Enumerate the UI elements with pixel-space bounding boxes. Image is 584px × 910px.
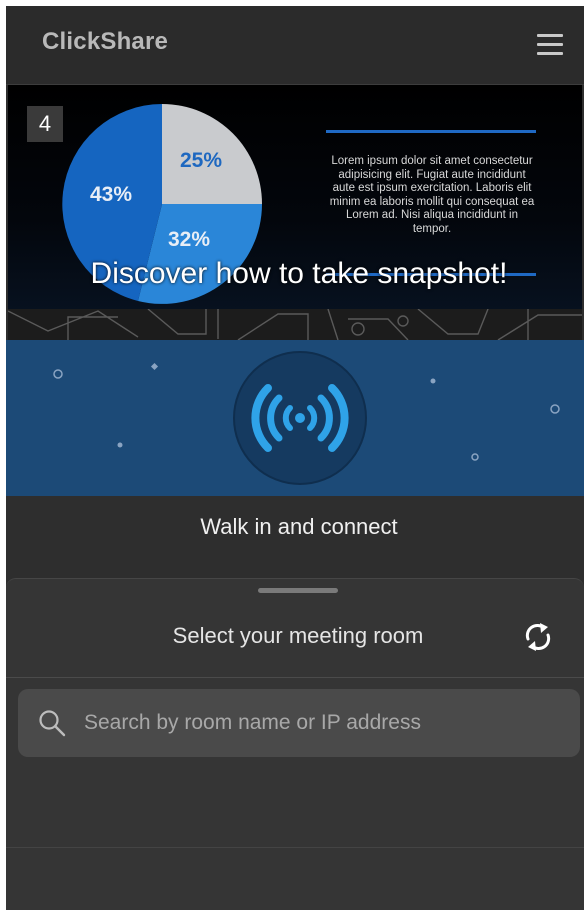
- walk-in-caption: Walk in and connect: [200, 514, 398, 539]
- sheet-divider: [6, 677, 584, 678]
- slide-body-text: Lorem ipsum dolor sit amet consectetur a…: [329, 155, 535, 235]
- room-search-input[interactable]: [84, 703, 564, 743]
- wireless-signal-icon: [233, 351, 367, 485]
- refresh-icon[interactable]: [523, 619, 553, 655]
- slide-title: Discover how to take snapshot!: [90, 257, 508, 290]
- walk-in-banner: [6, 340, 584, 496]
- sheet-drag-handle[interactable]: [258, 588, 338, 593]
- slide-number-badge: 4: [27, 106, 63, 142]
- meeting-room-sheet: Select your meeting room: [6, 578, 584, 910]
- pie-label-25: 25%: [180, 149, 223, 172]
- room-search-box[interactable]: [18, 689, 580, 757]
- top-bar: ClickShare: [6, 6, 584, 85]
- slide-divider-top: [326, 130, 536, 133]
- search-icon: [39, 710, 66, 737]
- pie-label-32: 32%: [168, 228, 211, 251]
- snapshot-slide[interactable]: 4 25% 32% 43% Lorem ipsum dolor sit amet…: [8, 85, 582, 309]
- hamburger-menu-icon[interactable]: [535, 32, 565, 58]
- sheet-title: Select your meeting room: [172, 623, 424, 648]
- sheet-bottom-divider: [6, 847, 584, 848]
- clickshare-logo: ClickShare: [42, 28, 169, 55]
- circuit-pattern: [8, 309, 582, 340]
- app-screen: ClickShare 4 25% 32% 43% Lorem ipsum dol…: [6, 6, 584, 910]
- pie-label-43: 43%: [90, 183, 133, 206]
